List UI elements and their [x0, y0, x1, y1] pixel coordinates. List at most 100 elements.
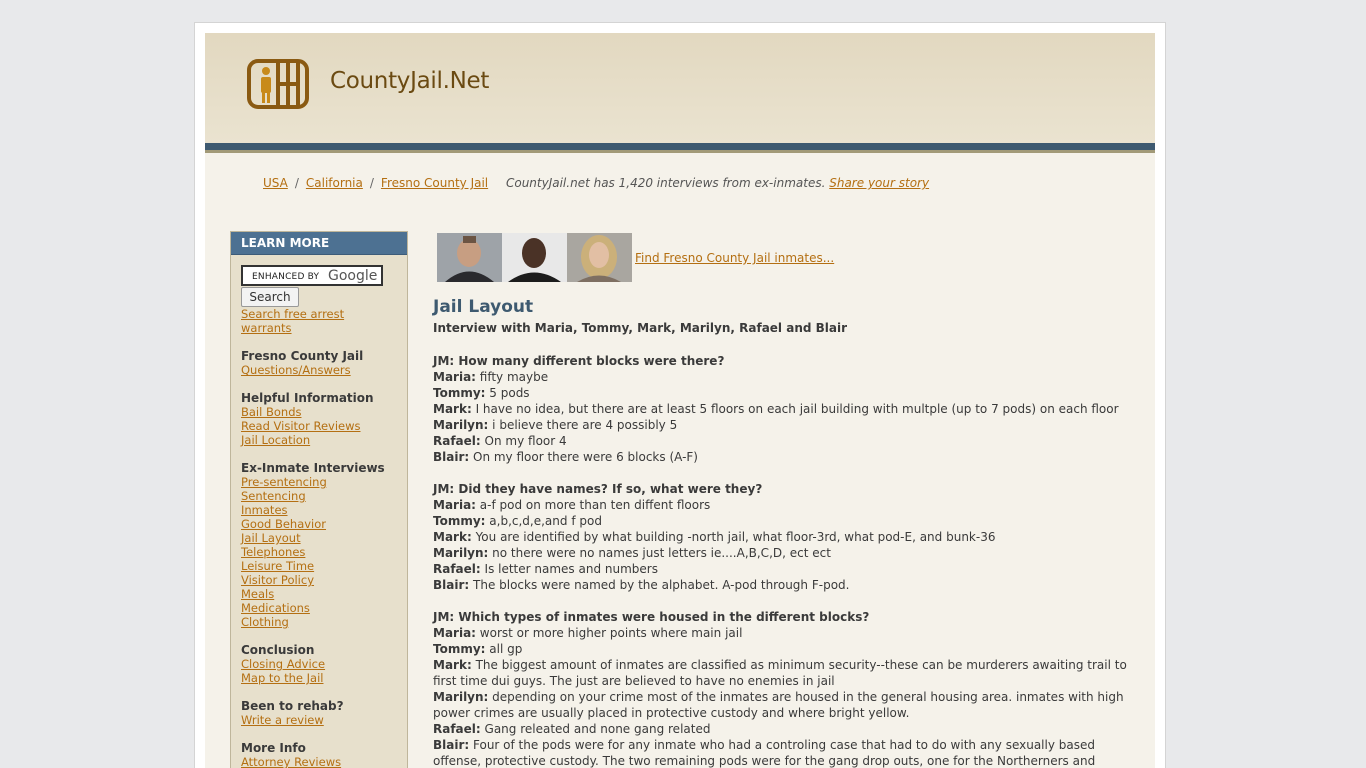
answer: Maria: fifty maybe [433, 369, 1133, 385]
breadcrumb-fresno-county-jail[interactable]: Fresno County Jail [381, 176, 488, 190]
question: JM: How many different blocks were there… [433, 354, 725, 368]
answer: Tommy: 5 pods [433, 385, 1133, 401]
answer: Blair: On my floor there were 6 blocks (… [433, 449, 1133, 465]
answer-text: On my floor there were 6 blocks (A-F) [469, 450, 698, 464]
answer-speaker: Mark: [433, 530, 472, 544]
answer: Mark: The biggest amount of inmates are … [433, 657, 1133, 689]
site-title[interactable]: CountyJail.Net [330, 68, 489, 94]
share-story-link[interactable]: Share your story [829, 176, 929, 190]
answer-text: i believe there are 4 possibly 5 [488, 418, 678, 432]
inmate-photo-1[interactable] [437, 233, 502, 282]
sidebar-link[interactable]: Meals [241, 587, 397, 601]
sidebar-link[interactable]: Leisure Time [241, 559, 397, 573]
sidebar-section-title: Helpful Information [241, 391, 374, 405]
search-warrants-link[interactable]: Search free arrest warrants [241, 307, 397, 335]
sidebar-link[interactable]: Sentencing [241, 489, 397, 503]
page-frame: CountyJail.Net USA / California / Fresno Cou… [194, 22, 1166, 768]
answer: Tommy: a,b,c,d,e,and f pod [433, 513, 1133, 529]
inmate-photo-3-image [567, 233, 632, 282]
answer-speaker: Maria: [433, 498, 476, 512]
sidebar-link[interactable]: Visitor Policy [241, 573, 397, 587]
sidebar-link[interactable]: Attorney Reviews [241, 755, 397, 768]
qa-block: JM: Did they have names? If so, what wer… [433, 481, 1133, 593]
jail-bars-logo-icon[interactable] [246, 58, 310, 110]
sidebar-link[interactable]: Inmates [241, 503, 397, 517]
answer-text: On my floor 4 [480, 434, 567, 448]
qa-block: JM: Which types of inmates were housed i… [433, 609, 1133, 768]
sidebar-section-title: More Info [241, 741, 306, 755]
answer-speaker: Tommy: [433, 386, 486, 400]
sidebar-link[interactable]: Medications [241, 601, 397, 615]
answer-text: The blocks were named by the alphabet. A… [469, 578, 850, 592]
answer-speaker: Maria: [433, 626, 476, 640]
inmate-photo-3[interactable] [567, 233, 632, 282]
answer: Marilyn: depending on your crime most of… [433, 689, 1133, 721]
sidebar-link[interactable]: Write a review [241, 713, 397, 727]
question: JM: Which types of inmates were housed i… [433, 610, 870, 624]
sidebar-link[interactable]: Questions/Answers [241, 363, 397, 377]
answer: Marilyn: i believe there are 4 possibly … [433, 417, 1133, 433]
sidebar-link[interactable]: Good Behavior [241, 517, 397, 531]
breadcrumb-usa[interactable]: USA [263, 176, 288, 190]
page-inner: CountyJail.Net USA / California / Fresno Cou… [205, 33, 1155, 768]
sidebar-link[interactable]: Telephones [241, 545, 397, 559]
sidebar-link[interactable]: Clothing [241, 615, 397, 629]
sidebar-link[interactable]: Pre-sentencing [241, 475, 397, 489]
find-inmates-link[interactable]: Find Fresno County Jail inmates... [635, 251, 834, 265]
answer-text: You are identified by what building -nor… [471, 530, 996, 544]
sidebar-sections: Fresno County Jail Questions/Answers Helpf… [241, 349, 397, 768]
sidebar-link[interactable]: Map to the Jail [241, 671, 397, 685]
answer-speaker: Marilyn: [433, 546, 489, 560]
answer-speaker: Rafael: [433, 722, 481, 736]
sidebar-body: ENHANCED BY Google Search Search free ar… [231, 255, 407, 768]
interview-qa: JM: How many different blocks were there… [433, 353, 1133, 768]
answer-text: Gang releated and none gang related [480, 722, 711, 736]
sidebar-link[interactable]: Read Visitor Reviews [241, 419, 397, 433]
answer: Mark: You are identified by what buildin… [433, 529, 1133, 545]
interview-count-note: CountyJail.net has 1,420 interviews from… [506, 176, 929, 190]
answer-text: fifty maybe [475, 370, 549, 384]
enhanced-by-label: ENHANCED BY [252, 272, 320, 282]
search-button[interactable]: Search [241, 287, 299, 307]
answer-speaker: Blair: [433, 450, 470, 464]
answer: Mark: I have no idea, but there are at l… [433, 401, 1133, 417]
answer-speaker: Mark: [433, 658, 472, 672]
answer-text: depending on your crime most of the inma… [433, 690, 1124, 720]
sidebar-section-title: Been to rehab? [241, 699, 344, 713]
sidebar-section-title: Fresno County Jail [241, 349, 364, 363]
answer-speaker: Maria: [433, 370, 476, 384]
answer: Marilyn: no there were no names just let… [433, 545, 1133, 561]
sidebar-link[interactable]: Bail Bonds [241, 405, 397, 419]
answer-speaker: Marilyn: [433, 690, 489, 704]
answer-text: worst or more higher points where main j… [475, 626, 743, 640]
answer-speaker: Rafael: [433, 434, 481, 448]
site-header: CountyJail.Net [205, 33, 1155, 143]
sidebar-link[interactable]: Closing Advice [241, 657, 397, 671]
breadcrumb-separator: / [294, 176, 299, 190]
answer-text: all gp [485, 642, 523, 656]
inmate-photo-1-image [437, 233, 502, 282]
interview-count-text: CountyJail.net has 1,420 interviews from… [505, 176, 826, 190]
inmate-photo-2[interactable] [502, 233, 567, 282]
answer: Blair: The blocks were named by the alph… [433, 577, 1133, 593]
search-input[interactable]: ENHANCED BY Google [241, 265, 383, 286]
google-logo: Google [328, 268, 378, 284]
sidebar-link[interactable]: Jail Layout [241, 531, 397, 545]
answer-text: a-f pod on more than ten diffent floors [475, 498, 711, 512]
answer-text: Four of the pods were for any inmate who… [433, 738, 1096, 768]
answer-text: Is letter names and numbers [480, 562, 658, 576]
answer-text: 5 pods [485, 386, 530, 400]
breadcrumb-separator: / [369, 176, 374, 190]
answer-speaker: Blair: [433, 578, 470, 592]
sidebar-section-title: Ex-Inmate Interviews [241, 461, 385, 475]
answer-text: a,b,c,d,e,and f pod [485, 514, 602, 528]
answer-speaker: Mark: [433, 402, 472, 416]
answer-text: The biggest amount of inmates are classi… [433, 658, 1127, 688]
page-title: Jail Layout [433, 297, 534, 317]
sidebar-link[interactable]: Jail Location [241, 433, 397, 447]
inmate-photo-2-image [502, 233, 567, 282]
breadcrumb-california[interactable]: California [306, 176, 363, 190]
answer: Rafael: On my floor 4 [433, 433, 1133, 449]
inmate-photos[interactable] [437, 233, 632, 282]
qa-block: JM: How many different blocks were there… [433, 353, 1133, 465]
